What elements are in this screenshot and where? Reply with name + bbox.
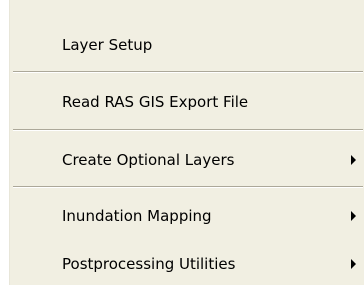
menu-separator [13, 186, 363, 188]
menu-item-read-ras-gis-export-file[interactable]: Read RAS GIS Export File [9, 77, 364, 127]
dropdown-menu: Layer Setup Read RAS GIS Export File Cre… [8, 0, 364, 285]
menu-item-postprocessing-utilities[interactable]: Postprocessing Utilities [9, 239, 364, 289]
menu-item-layer-setup[interactable]: Layer Setup [9, 20, 364, 70]
menu-separator [13, 71, 363, 73]
menu-item-label: Inundation Mapping [62, 207, 212, 225]
menu-item-label: Create Optional Layers [62, 151, 235, 169]
menu-item-label: Read RAS GIS Export File [62, 93, 249, 111]
submenu-arrow-icon [351, 211, 356, 221]
menu-item-inundation-mapping[interactable]: Inundation Mapping [9, 191, 364, 241]
menu-separator [13, 129, 363, 131]
submenu-arrow-icon [351, 259, 356, 269]
menu-item-label: Layer Setup [62, 36, 153, 54]
menu-item-label: Postprocessing Utilities [62, 255, 236, 273]
submenu-arrow-icon [351, 155, 356, 165]
menu-item-create-optional-layers[interactable]: Create Optional Layers [9, 135, 364, 185]
